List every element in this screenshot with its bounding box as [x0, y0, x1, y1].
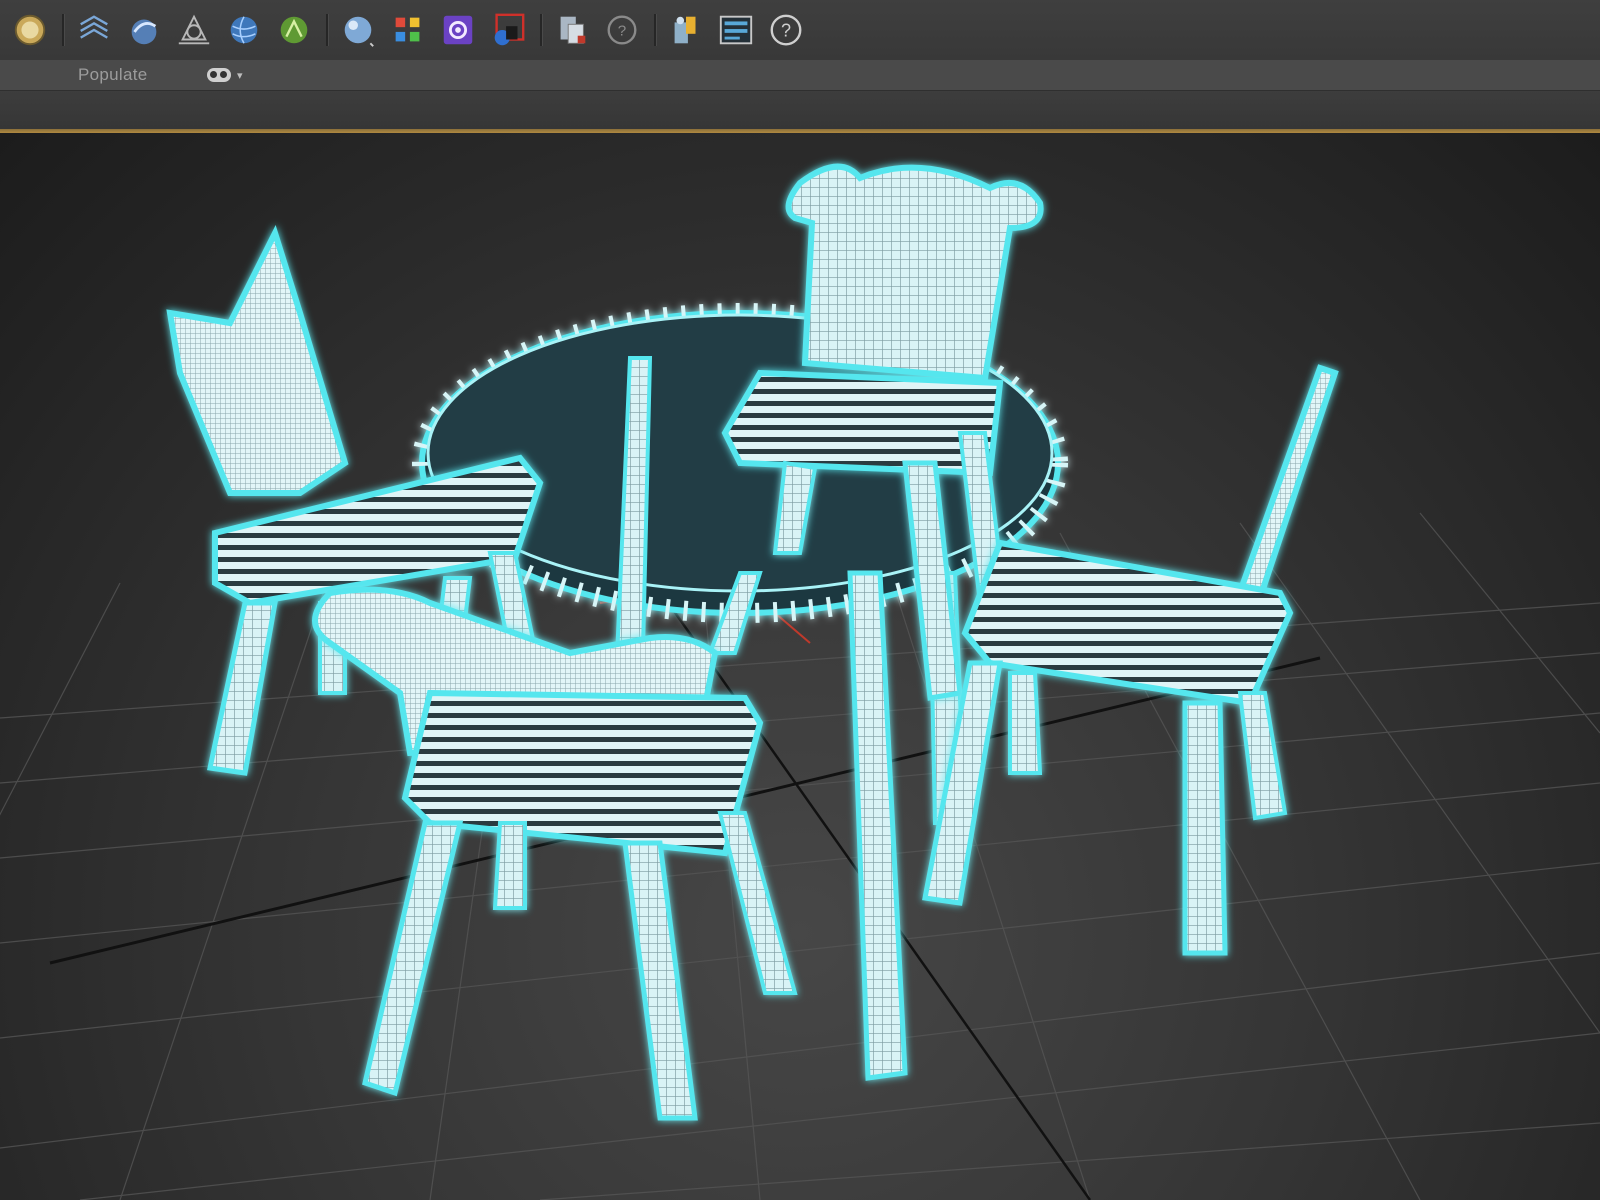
tab-populate[interactable]: Populate [78, 64, 148, 86]
render-region-icon[interactable] [488, 10, 528, 50]
effects-icon[interactable] [274, 10, 314, 50]
main-toolbar: ? ? [0, 0, 1600, 61]
ribbon-tab-bar: Populate ▾ [0, 60, 1600, 91]
material-editor-icon[interactable] [124, 10, 164, 50]
svg-text:?: ? [618, 23, 626, 40]
render-frame-icon[interactable] [74, 10, 114, 50]
toolbar-separator [540, 14, 543, 46]
layer-explorer-icon[interactable] [552, 10, 592, 50]
render-setup-icon[interactable] [10, 10, 50, 50]
user-chat-icon[interactable] [666, 10, 706, 50]
ribbon-display-toggle[interactable]: ▾ [207, 66, 243, 84]
toolbar-separator [654, 14, 657, 46]
ribbon-panel [0, 91, 1600, 129]
scene-explorer-icon[interactable] [174, 10, 214, 50]
render-production-icon[interactable] [338, 10, 378, 50]
viewport-scene [0, 163, 1600, 1200]
help-icon[interactable]: ? [766, 10, 806, 50]
plugin-purple-icon[interactable] [438, 10, 478, 50]
ribbon-toggle-icon[interactable] [716, 10, 756, 50]
toolbar-separator [62, 14, 65, 46]
color-grid-icon[interactable] [388, 10, 428, 50]
environment-icon[interactable] [224, 10, 264, 50]
toolbar-separator [326, 14, 329, 46]
toggle-pill-icon [207, 68, 231, 82]
dog-chair[interactable] [312, 586, 798, 1121]
perspective-viewport[interactable] [0, 133, 1600, 1200]
svg-text:?: ? [781, 21, 791, 41]
chevron-down-icon: ▾ [237, 69, 243, 82]
help-circle-icon[interactable]: ? [602, 10, 642, 50]
